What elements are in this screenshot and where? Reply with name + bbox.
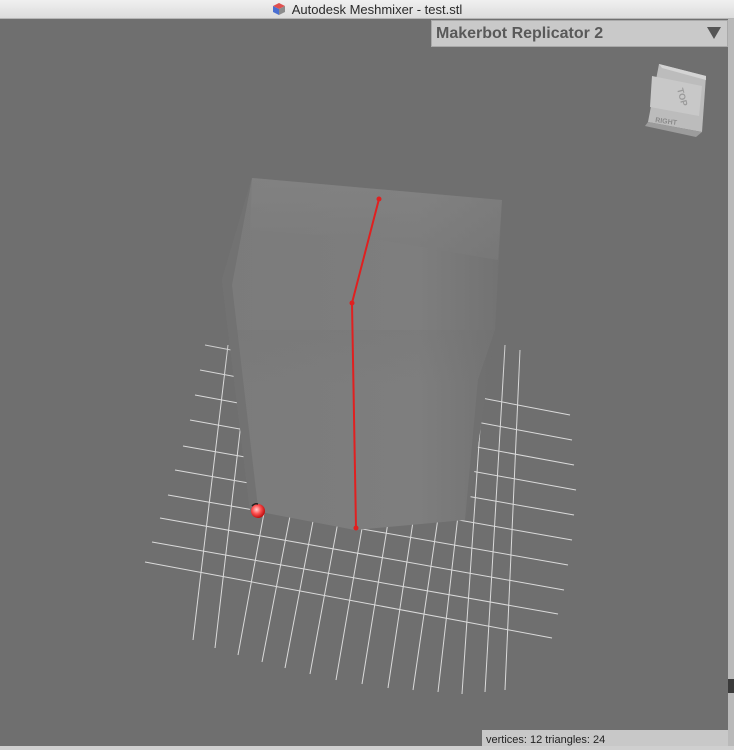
bottom-strip: [0, 746, 734, 750]
meshmixer-window: Autodesk Meshmixer - test.stl TOP RIGHT …: [0, 0, 734, 750]
window-right-edge: [728, 19, 734, 750]
measure-point-middle[interactable]: [349, 300, 355, 306]
measure-point-bottom[interactable]: [353, 525, 359, 531]
mesh-stats: vertices: 12 triangles: 24: [486, 734, 606, 746]
triangle-down-icon[interactable]: [707, 27, 721, 39]
measure-point-top[interactable]: [376, 196, 382, 202]
view-cube[interactable]: TOP RIGHT: [645, 64, 706, 137]
edge-notch: [728, 679, 734, 693]
printer-dropdown-value: Makerbot Replicator 2: [436, 24, 604, 42]
grid-fade: [140, 330, 600, 450]
printer-dropdown[interactable]: Makerbot Replicator 2: [431, 20, 728, 47]
scene-canvas[interactable]: TOP RIGHT: [0, 0, 734, 750]
